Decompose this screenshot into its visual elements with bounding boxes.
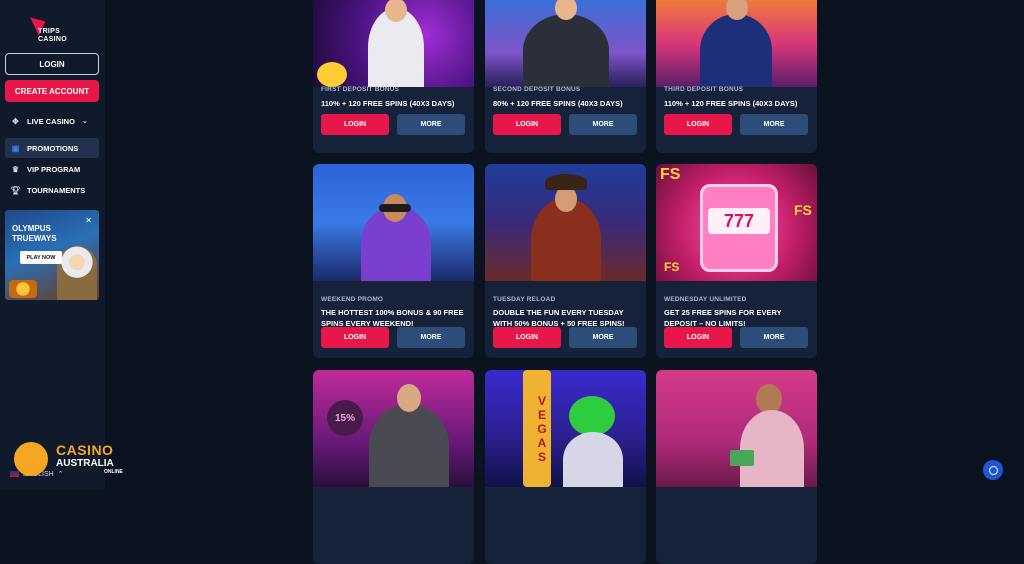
card-login-button[interactable]: LOGIN — [493, 327, 561, 348]
card-image — [485, 0, 646, 87]
create-account-button[interactable]: CREATE ACCOUNT — [5, 80, 99, 102]
chat-button[interactable] — [983, 460, 1003, 480]
promo-card-weekend: WEEKEND PROMO THE HOTTEST 100% BONUS & 9… — [313, 164, 474, 358]
sidebar-item-label: TOURNAMENTS — [27, 185, 86, 195]
live-casino-icon: ✥ — [12, 116, 19, 126]
brand-logo[interactable]: TRIPS CASINO — [30, 12, 78, 43]
card-text: 110% + 120 FREE SPINS (40X3 DAYS) — [664, 99, 798, 108]
gold-coins-illustration — [9, 280, 37, 298]
card-image — [656, 0, 817, 87]
card-image: 777 FS FS FS — [656, 164, 817, 281]
card-more-button[interactable]: MORE — [740, 114, 808, 135]
sidebar-item-promotions[interactable]: ▣ PROMOTIONS — [5, 138, 99, 158]
chevron-down-icon: ⌄ — [81, 118, 88, 125]
sidebar: TRIPS CASINO LOGIN CREATE ACCOUNT ✥ LIVE … — [0, 0, 105, 490]
card-more-button[interactable]: MORE — [569, 114, 637, 135]
card-label: THIRD DEPOSIT BONUS — [664, 86, 744, 93]
zeus-illustration — [57, 246, 97, 300]
coins-illustration — [317, 62, 347, 87]
card-login-button[interactable]: LOGIN — [664, 114, 732, 135]
promo-card-row3-1: 15% — [313, 370, 474, 564]
crown-icon: ♛ — [11, 164, 20, 174]
card-more-button[interactable]: MORE — [740, 327, 808, 348]
promo-card-second-deposit: SECOND DEPOSIT BONUS 80% + 120 FREE SPIN… — [485, 0, 646, 153]
card-text: GET 25 FREE SPINS FOR EVERY DEPOSIT – NO… — [664, 308, 782, 328]
promo-card-first-deposit: FIRST DEPOSIT BONUS 110% + 120 FREE SPIN… — [313, 0, 474, 153]
watermark-line1: CASINO — [56, 442, 114, 458]
promo-card-third-deposit: THIRD DEPOSIT BONUS 110% + 120 FREE SPIN… — [656, 0, 817, 153]
card-label: FIRST DEPOSIT BONUS — [321, 86, 400, 93]
vegas-sign: VEGAS — [523, 370, 551, 487]
watermark-line2: AUSTRALIA — [56, 458, 114, 469]
slot-reels: 777 — [708, 208, 770, 234]
cowboy-hat-icon — [545, 174, 587, 190]
card-image: VEGAS — [485, 370, 646, 487]
chat-bubble-icon — [988, 465, 998, 475]
card-login-button[interactable]: LOGIN — [493, 114, 561, 135]
card-login-button[interactable]: LOGIN — [664, 327, 732, 348]
promo-card-row3-3 — [656, 370, 817, 564]
play-now-button[interactable]: PLAY NOW — [20, 251, 62, 264]
card-image — [313, 0, 474, 87]
close-icon[interactable]: ✕ — [85, 216, 92, 225]
kangaroo-logo-icon — [14, 442, 48, 476]
logo-text: TRIPS CASINO — [38, 28, 68, 43]
card-label: WEEKEND PROMO — [321, 296, 384, 303]
promo-card-tuesday: TUESDAY RELOAD DOUBLE THE FUN EVERY TUES… — [485, 164, 646, 358]
promo-title: OLYMPUS TRUEWAYS — [12, 224, 57, 243]
card-login-button[interactable]: LOGIN — [321, 327, 389, 348]
card-more-button[interactable]: MORE — [569, 327, 637, 348]
sidebar-item-live-casino[interactable]: ✥ LIVE CASINO ⌄ — [5, 111, 99, 131]
card-image — [485, 164, 646, 281]
sidebar-item-vip-program[interactable]: ♛ VIP PROGRAM — [5, 159, 99, 179]
card-image — [313, 164, 474, 281]
card-label: TUESDAY RELOAD — [493, 296, 556, 303]
card-text: 80% + 120 FREE SPINS (40X3 DAYS) — [493, 99, 623, 108]
card-label: WEDNESDAY UNLIMITED — [664, 296, 747, 303]
card-label: SECOND DEPOSIT BONUS — [493, 86, 581, 93]
sunglasses-icon — [379, 204, 411, 212]
percent-chip-icon: 15% — [327, 400, 363, 436]
casino-australia-watermark: CASINO AUSTRALIA ONLINE — [14, 440, 124, 478]
card-login-button[interactable]: LOGIN — [321, 114, 389, 135]
card-image — [656, 370, 817, 487]
fs-badge: FS — [660, 166, 681, 183]
card-more-button[interactable]: MORE — [397, 114, 465, 135]
promo-card-wednesday: 777 FS FS FS WEDNESDAY UNLIMITED GET 25 … — [656, 164, 817, 358]
watermark-line3: ONLINE — [104, 469, 123, 475]
card-text: 110% + 120 FREE SPINS (40X3 DAYS) — [321, 99, 455, 108]
sidebar-item-label: PROMOTIONS — [27, 143, 79, 153]
sidebar-login-button[interactable]: LOGIN — [5, 53, 99, 75]
card-image: 15% — [313, 370, 474, 487]
fs-badge: FS — [794, 202, 812, 218]
sidebar-item-tournaments[interactable]: 🏆︎ TOURNAMENTS — [5, 180, 99, 200]
card-more-button[interactable]: MORE — [397, 327, 465, 348]
trophy-icon: 🏆︎ — [10, 185, 21, 195]
promo-card-row3-2: VEGAS — [485, 370, 646, 564]
card-text: DOUBLE THE FUN EVERY TUESDAY WITH 50% BO… — [493, 308, 625, 328]
fs-badge: FS — [664, 260, 680, 274]
promotions-icon: ▣ — [11, 143, 20, 153]
sidebar-item-label: LIVE CASINO — [27, 116, 75, 126]
card-text: THE HOTTEST 100% BONUS & 90 FREE SPINS E… — [321, 308, 464, 328]
sidebar-promo-banner[interactable]: OLYMPUS TRUEWAYS PLAY NOW ✕ — [5, 210, 99, 300]
frog-illustration — [569, 396, 615, 436]
sidebar-item-label: VIP PROGRAM — [27, 164, 81, 174]
cash-illustration — [730, 450, 754, 466]
